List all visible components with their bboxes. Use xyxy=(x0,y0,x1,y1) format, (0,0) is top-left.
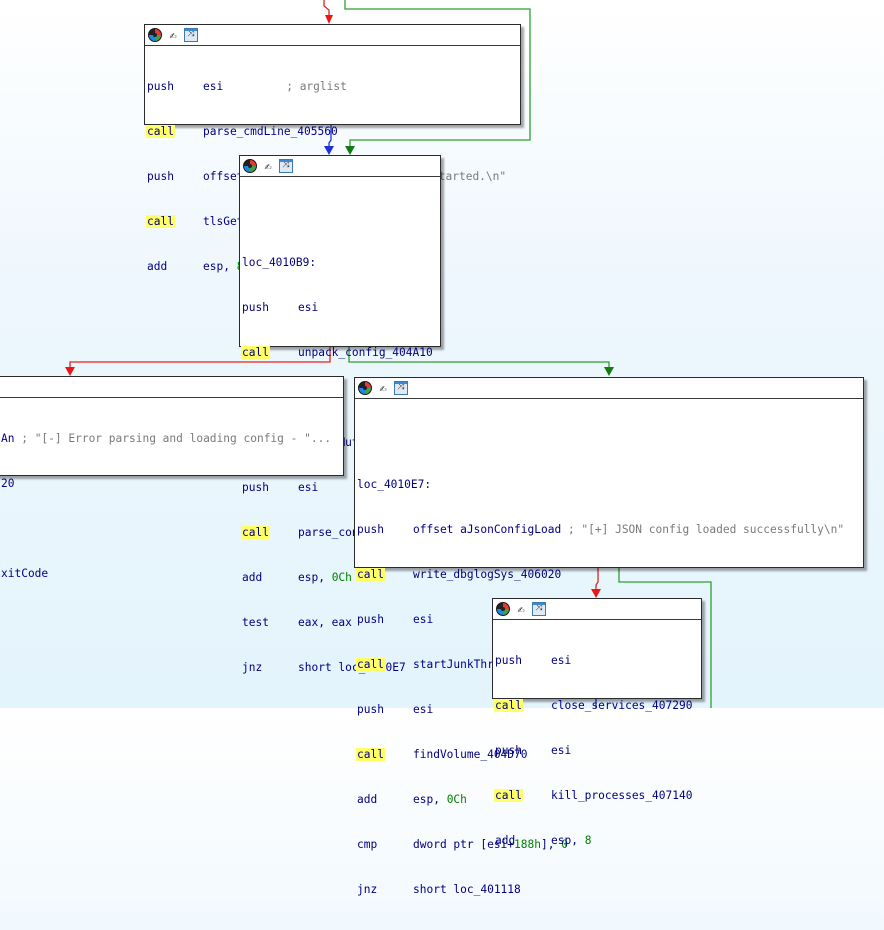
call-mnemonic: call xyxy=(494,699,523,712)
asm-line[interactable]: call unpack_config_404A10 xyxy=(241,345,438,360)
asm-line[interactable]: add esp, 8 xyxy=(495,833,699,848)
asm-line[interactable]: xitCode xyxy=(1,566,341,581)
node-header: ⤨ xyxy=(355,378,863,399)
location-label[interactable]: loc_4010E7: xyxy=(357,477,861,492)
node-body: push esi call close_services_407290 push es… xyxy=(493,620,701,881)
call-target[interactable]: close_services_407290 xyxy=(551,698,692,713)
asm-line[interactable]: 20 xyxy=(1,476,341,491)
call-mnemonic: call xyxy=(356,568,385,581)
mnemonic: push xyxy=(495,744,522,757)
graph-color-icon[interactable] xyxy=(358,381,372,395)
call-mnemonic: call xyxy=(494,789,523,802)
call-mnemonic: call xyxy=(356,748,385,761)
asm-line[interactable]: push esi xyxy=(495,653,699,668)
asm-line[interactable]: call kill_processes_407140 xyxy=(494,788,699,803)
mnemonic: add xyxy=(147,260,168,273)
call-mnemonic: call xyxy=(146,125,175,138)
comment: ; "[-] Error parsing and loading config … xyxy=(14,432,332,445)
code-block-node-5[interactable]: ⤨ push esi call close_services_407290 push… xyxy=(492,598,702,847)
asm-line[interactable]: call close_services_407290 xyxy=(494,698,699,713)
operand: esi xyxy=(203,80,224,93)
mnemonic: cmp xyxy=(357,838,378,851)
operand: esi xyxy=(413,613,434,626)
mnemonic: jnz xyxy=(242,661,263,674)
comment: ; "[+] JSON config loaded successfully\n… xyxy=(567,523,845,536)
rename-edit-icon[interactable] xyxy=(166,28,180,42)
node-header xyxy=(0,377,343,398)
code-block-node-2[interactable]: ⤨ loc_4010B9: push esi call unpack_config_… xyxy=(239,155,441,674)
operand[interactable]: 20 xyxy=(1,476,14,491)
operand: esi xyxy=(551,654,572,667)
operand: eax, eax xyxy=(298,616,352,629)
graph-color-icon[interactable] xyxy=(496,602,510,616)
node-body: An ; "[-] Error parsing and loading conf… xyxy=(0,398,343,614)
group-nodes-icon[interactable]: ⤨ xyxy=(279,159,293,173)
mnemonic: add xyxy=(495,834,516,847)
call-mnemonic: call xyxy=(146,215,175,228)
node-header: ⤨ xyxy=(145,25,520,46)
call-mnemonic: call xyxy=(356,658,385,671)
call-target[interactable]: unpack_config_404A10 xyxy=(298,345,433,360)
asm-line[interactable]: jnz short loc_401118 xyxy=(357,882,861,897)
rename-edit-icon[interactable] xyxy=(261,159,275,173)
rename-edit-icon[interactable] xyxy=(514,602,528,616)
operand: esp, xyxy=(551,834,585,847)
operand: esp, xyxy=(413,793,447,806)
operand: esi xyxy=(298,301,319,314)
number-literal: 8 xyxy=(584,834,592,847)
mnemonic: push xyxy=(357,613,384,626)
mnemonic: jnz xyxy=(357,883,378,896)
call-target[interactable]: parse_cmdLine_405560 xyxy=(203,124,338,139)
operand: esi xyxy=(551,744,572,757)
operand: esi xyxy=(413,703,434,716)
group-nodes-icon[interactable]: ⤨ xyxy=(532,602,546,616)
comment: ; arglist xyxy=(286,80,347,93)
mnemonic: push xyxy=(147,170,174,183)
location-label[interactable]: loc_4010B9: xyxy=(242,255,438,270)
mnemonic: add xyxy=(357,793,378,806)
asm-line[interactable]: call write_dbglogSys_406020 xyxy=(356,567,861,582)
asm-line[interactable]: push esi ; arglist xyxy=(147,79,518,94)
graph-color-icon[interactable] xyxy=(243,159,257,173)
operand[interactable]: xitCode xyxy=(1,566,48,581)
asm-line[interactable]: push offset aJsonConfigLoad ; "[+] JSON c… xyxy=(357,522,861,537)
group-nodes-icon[interactable]: ⤨ xyxy=(184,28,198,42)
operand[interactable]: offset aJsonConfigLoad xyxy=(413,522,561,537)
node-header: ⤨ xyxy=(493,599,701,620)
mnemonic: push xyxy=(242,301,269,314)
code-block-node-1[interactable]: ⤨ push esi ; arglist call parse_cmdLine_405… xyxy=(144,24,521,273)
call-target[interactable]: kill_processes_407140 xyxy=(551,788,692,803)
operand: esp, xyxy=(203,260,237,273)
asm-line[interactable]: push esi xyxy=(495,743,699,758)
call-target[interactable]: write_dbglogSys_406020 xyxy=(413,567,561,582)
rename-edit-icon[interactable] xyxy=(376,381,390,395)
group-nodes-icon[interactable]: ⤨ xyxy=(394,381,408,395)
edge-false-into-node-1 xyxy=(323,0,333,24)
graph-color-icon[interactable] xyxy=(148,28,162,42)
asm-line[interactable]: An ; "[-] Error parsing and loading conf… xyxy=(1,431,341,446)
asm-line[interactable]: call parse_cmdLine_405560 xyxy=(146,124,518,139)
mnemonic: test xyxy=(242,616,269,629)
mnemonic: push xyxy=(357,703,384,716)
mnemonic: push xyxy=(147,80,174,93)
node-header: ⤨ xyxy=(240,156,440,177)
mnemonic: push xyxy=(495,654,522,667)
operand[interactable]: An xyxy=(1,431,14,446)
code-block-node-3-error[interactable]: An ; "[-] Error parsing and loading conf… xyxy=(0,376,344,580)
code-block-node-4[interactable]: ⤨ loc_4010E7: push offset aJsonConfigLoad… xyxy=(354,377,864,896)
jump-target[interactable]: short loc_401118 xyxy=(413,882,521,897)
mnemonic: push xyxy=(357,523,384,536)
asm-line[interactable]: push esi xyxy=(242,300,438,315)
number-literal: 0Ch xyxy=(446,793,467,806)
asm-line[interactable] xyxy=(1,521,341,536)
call-mnemonic: call xyxy=(241,346,270,359)
